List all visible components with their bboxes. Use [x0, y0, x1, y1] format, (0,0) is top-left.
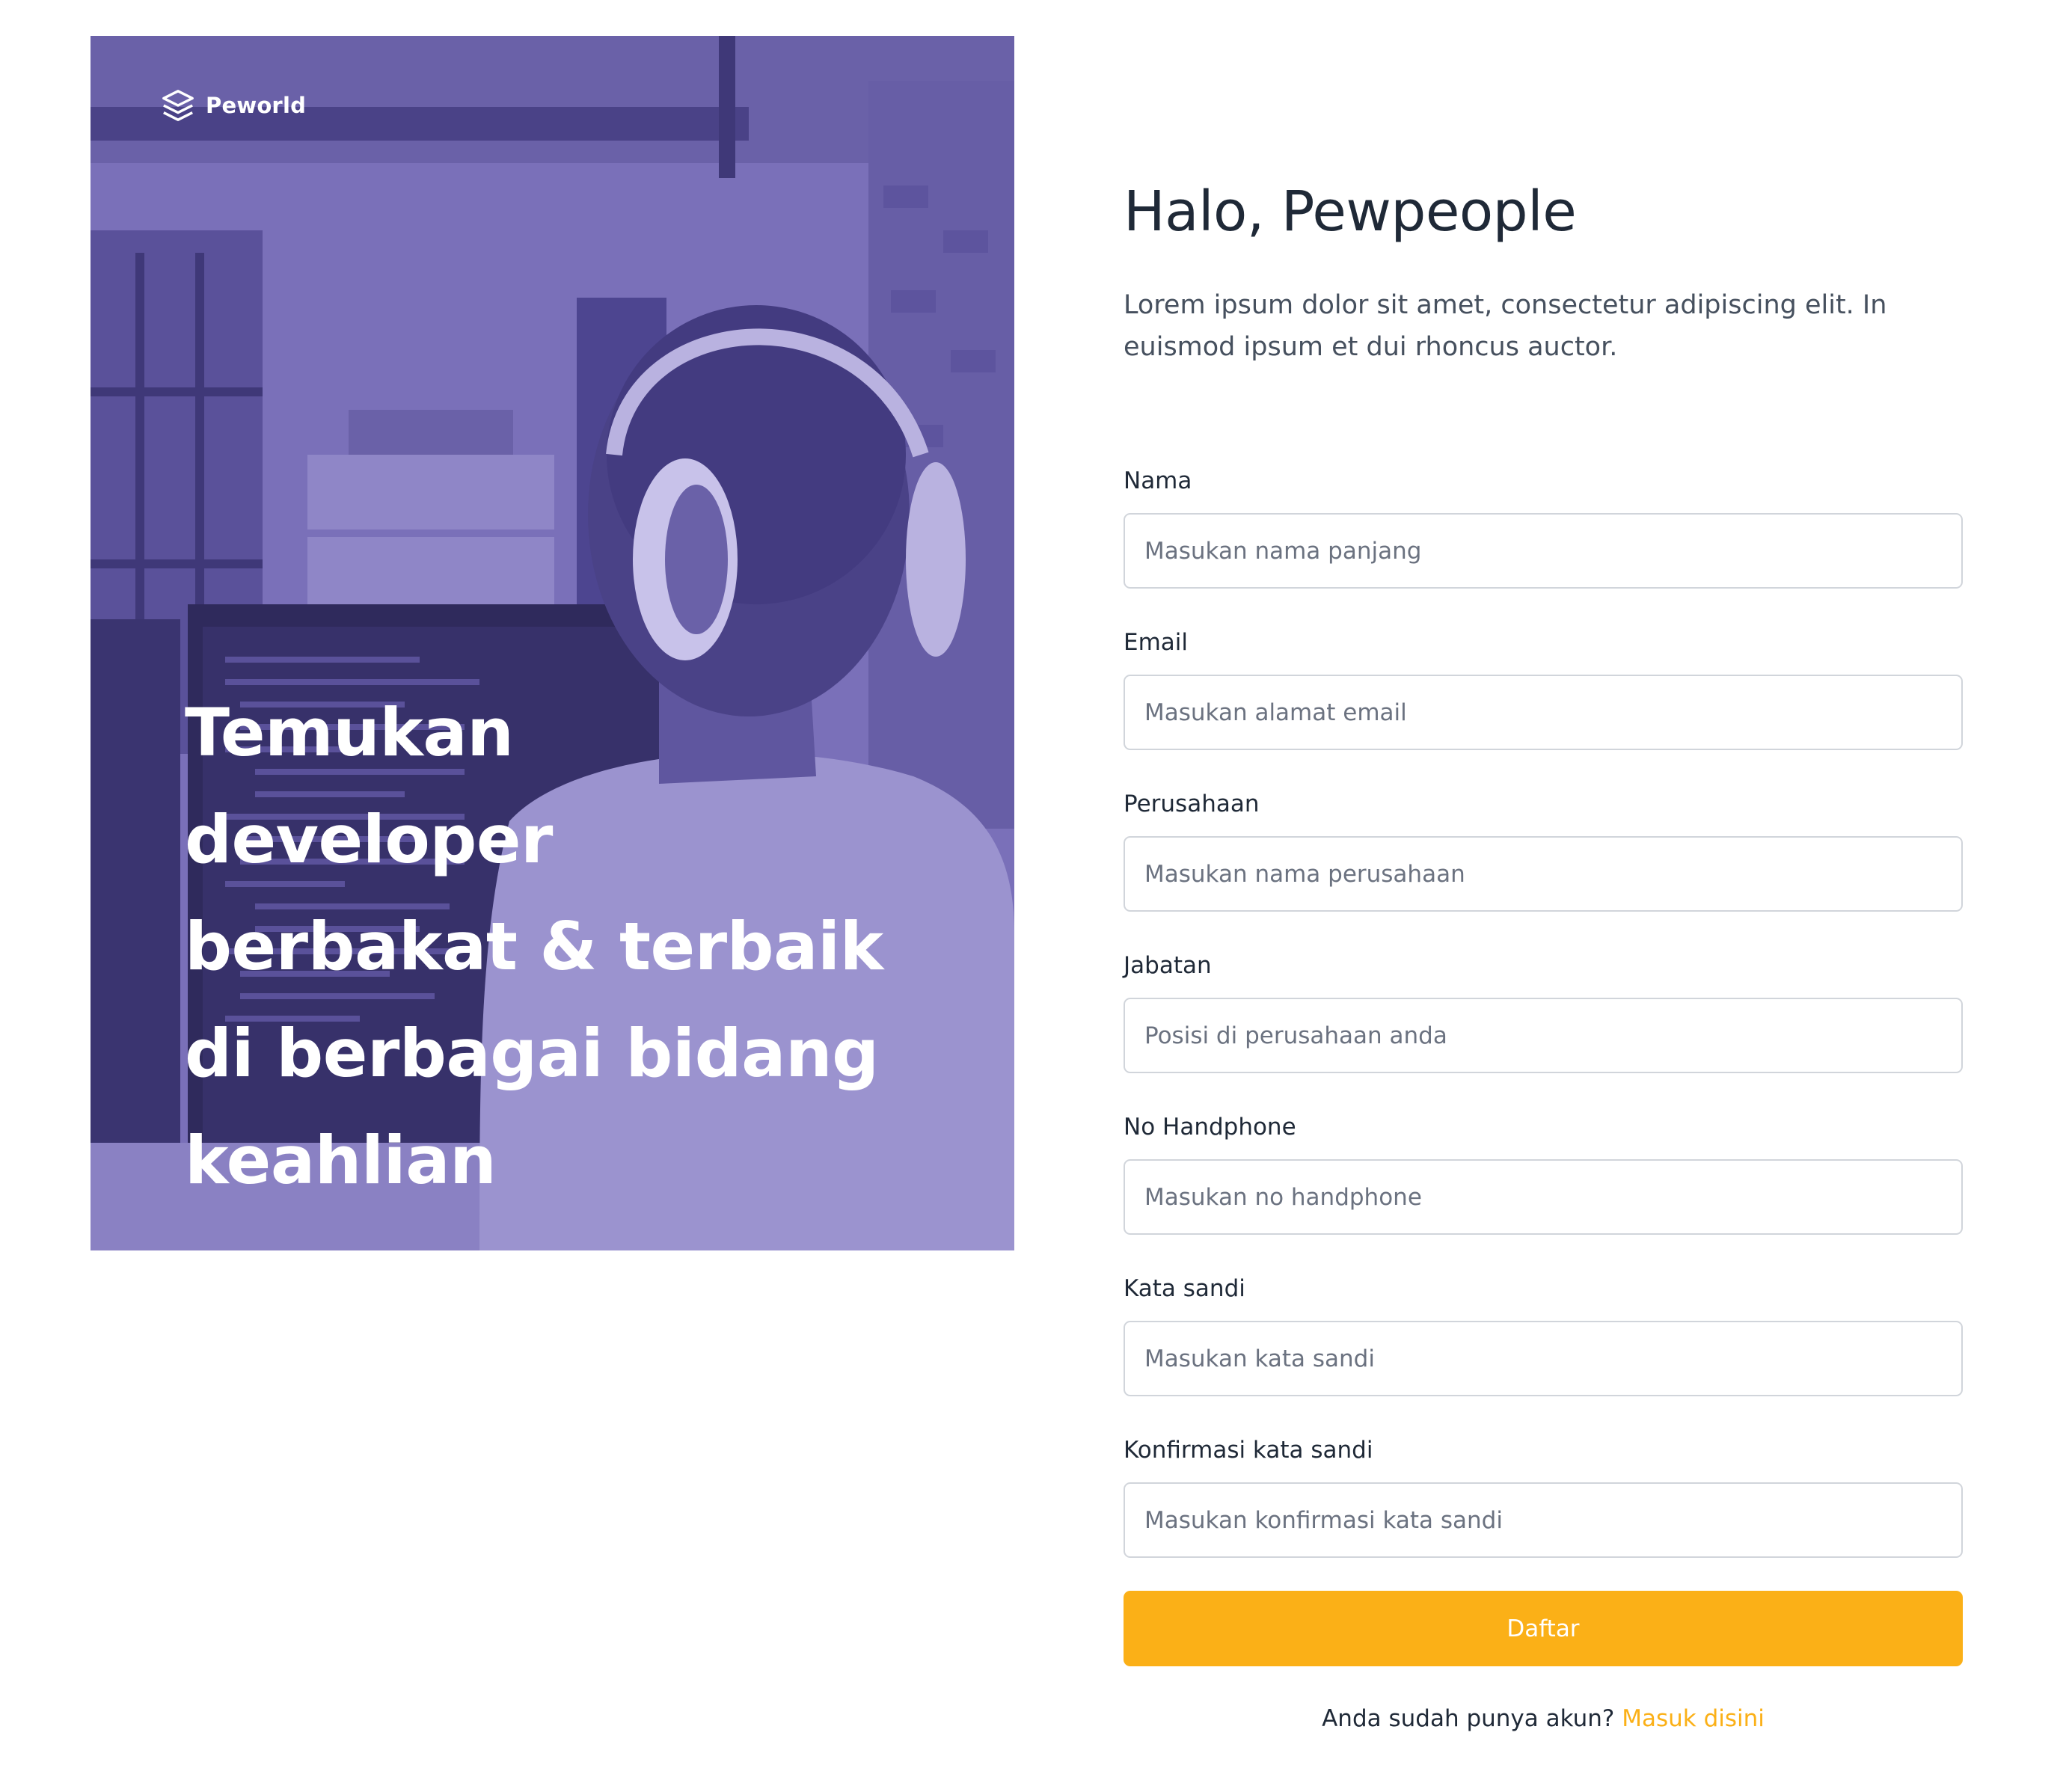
login-prompt-text: Anda sudah punya akun? [1322, 1705, 1615, 1732]
register-button[interactable]: Daftar [1124, 1591, 1963, 1666]
brand-logo[interactable]: Peworld [161, 88, 306, 123]
confirm-password-label: Konfirmasi kata sandi [1124, 1437, 1373, 1464]
company-label: Perusahaan [1124, 791, 1260, 817]
password-input[interactable] [1124, 1321, 1963, 1396]
page-title: Halo, Pewpeople [1124, 179, 1577, 244]
name-label: Nama [1124, 467, 1192, 494]
name-input[interactable] [1124, 513, 1963, 589]
email-label: Email [1124, 629, 1189, 656]
phone-input[interactable] [1124, 1159, 1963, 1235]
confirm-password-input[interactable] [1124, 1482, 1963, 1558]
email-input[interactable] [1124, 675, 1963, 750]
password-label: Kata sandi [1124, 1275, 1245, 1302]
brand-name: Peworld [206, 93, 307, 118]
hero-headline: Temukan developer berbakat & terbaik di … [185, 694, 883, 1199]
layers-icon [162, 90, 194, 121]
company-input[interactable] [1124, 836, 1963, 912]
login-link[interactable]: Masuk disini [1622, 1705, 1765, 1732]
position-label: Jabatan [1124, 952, 1212, 979]
register-page: Peworld Temukan developer berbakat & ter… [0, 0, 2072, 1774]
login-prompt: Anda sudah punya akun? Masuk disini [1124, 1705, 1963, 1732]
hero-panel: Peworld Temukan developer berbakat & ter… [91, 36, 1014, 1250]
position-input[interactable] [1124, 998, 1963, 1073]
page-subtitle: Lorem ipsum dolor sit amet, consectetur … [1124, 290, 1887, 362]
phone-label: No Handphone [1124, 1114, 1296, 1141]
